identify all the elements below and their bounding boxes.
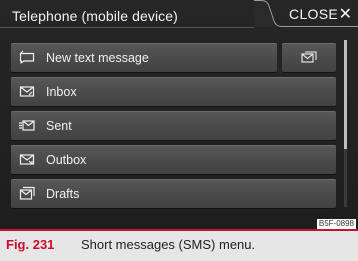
figure-number: Fig. 231 [6, 237, 55, 252]
infotainment-screen: Telephone (mobile device) CLOSE ✕ New te… [0, 0, 358, 229]
new-text-message-button[interactable]: New text message [11, 43, 277, 72]
sent-label: Sent [46, 119, 72, 133]
close-button[interactable]: CLOSE ✕ [254, 0, 358, 27]
sent-envelope-icon [19, 120, 35, 131]
message-folder-icon [301, 51, 317, 63]
image-code: B5F-0898 [316, 219, 356, 229]
drafts-label: Drafts [46, 187, 80, 201]
outbox-label: Outbox [46, 153, 87, 167]
drafts-button[interactable]: Drafts [11, 179, 336, 208]
header-divider [0, 27, 254, 28]
figure-caption: Fig. 231 Short messages (SMS) menu. [0, 229, 358, 261]
outbox-envelope-icon [19, 154, 35, 165]
figure-caption-text: Short messages (SMS) menu. [81, 237, 256, 252]
scrollbar-thumb[interactable] [344, 40, 347, 149]
compose-message-icon [19, 50, 35, 64]
new-text-message-label: New text message [46, 51, 149, 65]
caption-top-border [0, 229, 358, 231]
message-folder-button[interactable] [282, 43, 336, 72]
outbox-button[interactable]: Outbox [11, 145, 336, 174]
inbox-label: Inbox [46, 85, 77, 99]
sent-button[interactable]: Sent [11, 111, 336, 140]
close-icon: ✕ [338, 6, 352, 23]
screen-title: Telephone (mobile device) [12, 8, 178, 24]
drafts-envelope-icon [19, 186, 35, 200]
inbox-button[interactable]: Inbox [11, 77, 336, 106]
inbox-envelope-icon [19, 86, 35, 97]
close-label: CLOSE [289, 6, 338, 22]
